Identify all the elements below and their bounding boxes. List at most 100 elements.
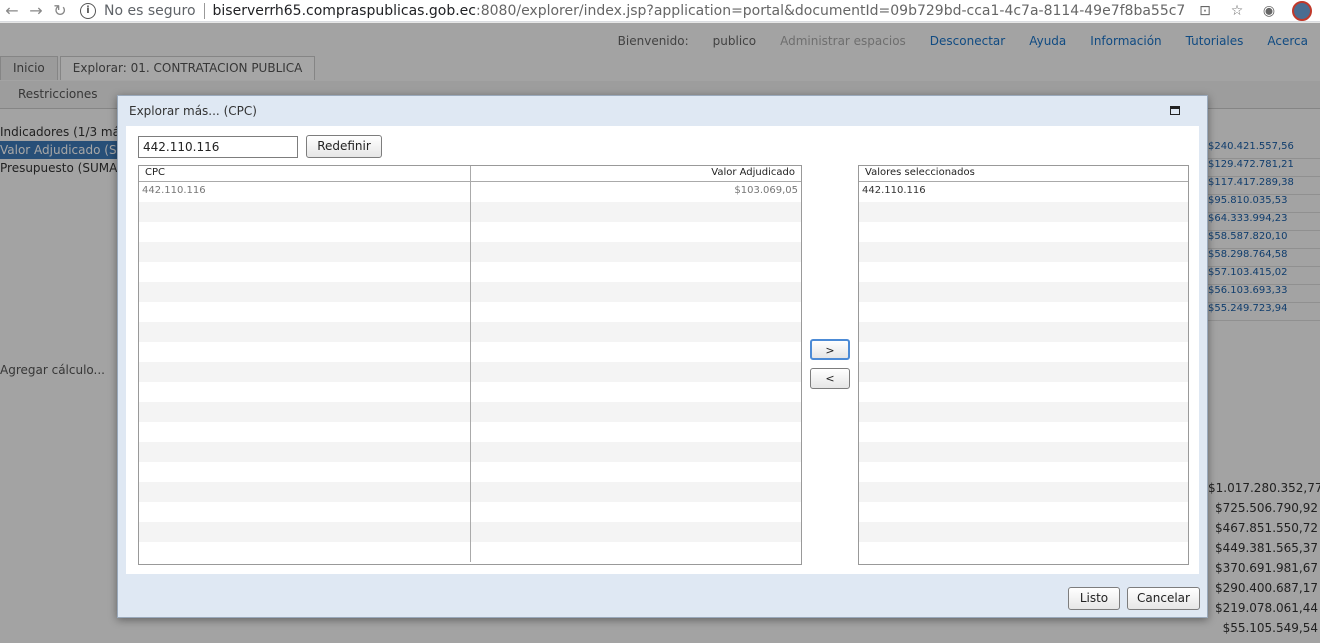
extension-icon[interactable]: ◉ bbox=[1260, 2, 1278, 20]
grid-rows: 442.110.116 $103.069,05 bbox=[139, 182, 801, 562]
table-row[interactable] bbox=[859, 442, 1188, 462]
explore-more-dialog: Explorar más... (CPC) Redefinir CPC Valo… bbox=[117, 95, 1208, 618]
table-row[interactable] bbox=[139, 522, 801, 542]
cpc-cell: 442.110.116 bbox=[139, 182, 471, 202]
bookmark-star-icon[interactable]: ☆ bbox=[1228, 2, 1246, 20]
selected-values-grid: Valores seleccionados 442.110.116 bbox=[858, 165, 1189, 565]
table-row[interactable] bbox=[859, 322, 1188, 342]
table-row[interactable] bbox=[859, 362, 1188, 382]
value-cell bbox=[471, 522, 802, 542]
table-row[interactable] bbox=[139, 462, 801, 482]
value-cell bbox=[471, 262, 802, 282]
value-cell bbox=[471, 442, 802, 462]
value-cell bbox=[471, 482, 802, 502]
column-header-value[interactable]: Valor Adjudicado bbox=[471, 166, 802, 181]
value-cell bbox=[471, 282, 802, 302]
cpc-cell bbox=[139, 302, 471, 322]
selected-value-cell bbox=[859, 442, 1188, 462]
selected-value-cell bbox=[859, 322, 1188, 342]
table-row[interactable] bbox=[859, 262, 1188, 282]
value-cell bbox=[471, 382, 802, 402]
forward-icon[interactable]: → bbox=[24, 1, 48, 20]
cancel-button[interactable]: Cancelar bbox=[1127, 587, 1200, 610]
table-row[interactable] bbox=[139, 322, 801, 342]
table-row[interactable] bbox=[859, 342, 1188, 362]
table-row[interactable] bbox=[139, 442, 801, 462]
value-cell bbox=[471, 502, 802, 522]
selected-value-cell bbox=[859, 222, 1188, 242]
table-row[interactable] bbox=[859, 222, 1188, 242]
value-cell bbox=[471, 202, 802, 222]
table-row[interactable] bbox=[859, 462, 1188, 482]
translate-icon[interactable]: ⊡ bbox=[1196, 2, 1214, 20]
reset-button[interactable]: Redefinir bbox=[306, 135, 382, 158]
cpc-cell bbox=[139, 202, 471, 222]
selected-value-cell bbox=[859, 262, 1188, 282]
value-cell bbox=[471, 242, 802, 262]
cpc-cell bbox=[139, 262, 471, 282]
available-values-grid: CPC Valor Adjudicado 442.110.116 $103.069… bbox=[138, 165, 802, 565]
table-row[interactable] bbox=[139, 382, 801, 402]
table-row[interactable] bbox=[139, 402, 801, 422]
selected-value-cell: 442.110.116 bbox=[862, 185, 926, 196]
table-row[interactable] bbox=[139, 422, 801, 442]
remove-selection-button[interactable]: < bbox=[810, 368, 850, 389]
cpc-cell bbox=[139, 522, 471, 542]
table-row[interactable] bbox=[859, 302, 1188, 322]
cpc-cell bbox=[139, 482, 471, 502]
table-row[interactable] bbox=[139, 362, 801, 382]
table-row[interactable]: 442.110.116 $103.069,05 bbox=[139, 182, 801, 202]
back-icon[interactable]: ← bbox=[0, 1, 24, 20]
address-bar[interactable]: biserverrh65.compraspublicas.gob.ec:8080… bbox=[213, 3, 1186, 19]
grid-header: Valores seleccionados bbox=[859, 166, 1188, 182]
value-cell bbox=[471, 302, 802, 322]
table-row[interactable] bbox=[139, 222, 801, 242]
maximize-icon[interactable] bbox=[1170, 106, 1180, 115]
table-row[interactable] bbox=[859, 522, 1188, 542]
table-row[interactable] bbox=[859, 242, 1188, 262]
value-cell bbox=[471, 222, 802, 242]
table-row[interactable] bbox=[859, 542, 1188, 562]
column-header-selected: Valores seleccionados bbox=[865, 167, 975, 178]
grid-rows: 442.110.116 bbox=[859, 182, 1188, 562]
security-status: No es seguro bbox=[104, 2, 196, 19]
cpc-cell bbox=[139, 362, 471, 382]
url-path: :8080/explorer/index.jsp?application=por… bbox=[476, 2, 1186, 19]
cpc-cell bbox=[139, 322, 471, 342]
table-row[interactable] bbox=[139, 202, 801, 222]
selected-value-cell bbox=[859, 202, 1188, 222]
table-row[interactable] bbox=[859, 502, 1188, 522]
add-selection-button[interactable]: > bbox=[810, 339, 850, 360]
value-cell bbox=[471, 322, 802, 342]
table-row[interactable] bbox=[859, 422, 1188, 442]
cpc-cell bbox=[139, 222, 471, 242]
table-row[interactable] bbox=[859, 482, 1188, 502]
reload-icon[interactable]: ↻ bbox=[48, 1, 72, 20]
done-button[interactable]: Listo bbox=[1068, 587, 1120, 610]
selected-value-cell bbox=[859, 482, 1188, 502]
table-row[interactable] bbox=[139, 502, 801, 522]
table-row[interactable] bbox=[139, 342, 801, 362]
cpc-cell bbox=[139, 402, 471, 422]
table-row[interactable] bbox=[139, 282, 801, 302]
value-cell bbox=[471, 542, 802, 562]
cpc-cell bbox=[139, 542, 471, 562]
table-row[interactable] bbox=[139, 542, 801, 562]
table-row[interactable] bbox=[139, 302, 801, 322]
table-row[interactable] bbox=[139, 242, 801, 262]
table-row[interactable]: 442.110.116 bbox=[859, 182, 1188, 202]
table-row[interactable] bbox=[859, 382, 1188, 402]
profile-avatar[interactable] bbox=[1292, 1, 1312, 21]
table-row[interactable] bbox=[139, 262, 801, 282]
cpc-cell bbox=[139, 382, 471, 402]
column-header-cpc[interactable]: CPC bbox=[139, 166, 471, 181]
selected-value-cell bbox=[859, 522, 1188, 542]
filter-input[interactable] bbox=[138, 136, 298, 158]
table-row[interactable] bbox=[859, 402, 1188, 422]
table-row[interactable] bbox=[139, 482, 801, 502]
table-row[interactable] bbox=[859, 282, 1188, 302]
selected-value-cell bbox=[859, 242, 1188, 262]
info-icon[interactable]: i bbox=[80, 2, 96, 19]
table-row[interactable] bbox=[859, 202, 1188, 222]
dialog-title: Explorar más... (CPC) bbox=[129, 104, 257, 118]
